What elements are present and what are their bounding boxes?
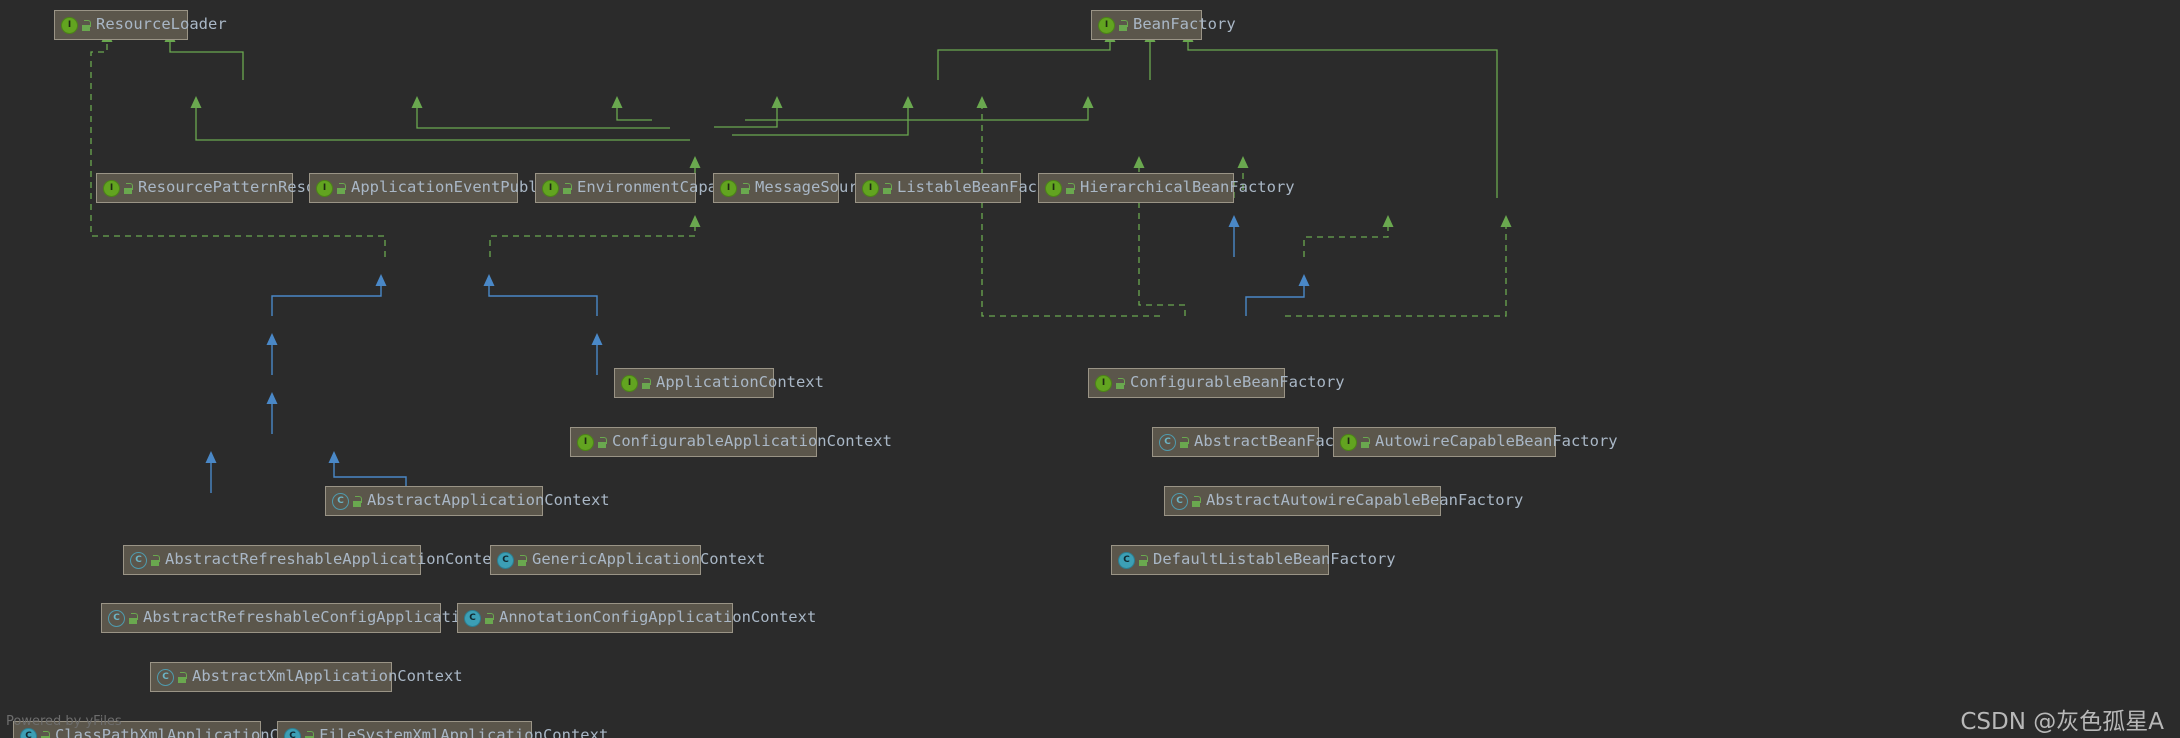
uml-node-label: ConfigurableApplicationContext — [612, 432, 892, 451]
public-visibility-icon — [123, 182, 134, 194]
interface-type-icon: I — [316, 179, 333, 197]
uml-node-AbstractAutowireCapableBeanFactory[interactable]: C AbstractAutowireCapableBeanFactory — [1164, 486, 1523, 516]
uml-node-AbstractBeanFactory[interactable]: C AbstractBeanFactory — [1152, 427, 1371, 457]
uml-node-AbstractRefreshableApplicationContext[interactable]: C AbstractRefreshableApplicationContext — [123, 545, 510, 575]
uml-node-label: ApplicationContext — [656, 373, 824, 392]
abstract-type-icon: C — [332, 492, 349, 510]
uml-node-label: GenericApplicationContext — [532, 550, 766, 569]
uml-node-ConfigurableApplicationContext[interactable]: I ConfigurableApplicationContext — [570, 427, 892, 457]
public-visibility-icon — [641, 377, 652, 389]
uml-node-AbstractApplicationContext[interactable]: C AbstractApplicationContext — [325, 486, 610, 516]
interface-type-icon: I — [1095, 374, 1112, 392]
uml-node-AnnotationConfigApplicationContext[interactable]: C AnnotationConfigApplicationContext — [457, 603, 816, 633]
uml-node-MessageSource[interactable]: I MessageSource — [713, 173, 876, 203]
public-visibility-icon — [304, 730, 315, 738]
uml-node-ListableBeanFactory[interactable]: I ListableBeanFactory — [855, 173, 1074, 203]
uml-node-BeanFactory[interactable]: I BeanFactory — [1091, 10, 1236, 40]
yfiles-watermark: Powered by yFiles — [6, 714, 122, 729]
uml-node-EnvironmentCapable[interactable]: I EnvironmentCapable — [535, 173, 745, 203]
uml-node-label: HierarchicalBeanFactory — [1080, 178, 1295, 197]
uml-node-GenericApplicationContext[interactable]: C GenericApplicationContext — [490, 545, 765, 575]
uml-node-label: FileSystemXmlApplicationContext — [319, 726, 609, 738]
uml-node-label: AutowireCapableBeanFactory — [1375, 432, 1618, 451]
public-visibility-icon — [128, 612, 139, 624]
public-visibility-icon — [484, 612, 495, 624]
uml-node-label: AnnotationConfigApplicationContext — [499, 608, 817, 627]
class-type-icon: C — [1118, 551, 1135, 569]
uml-node-label: BeanFactory — [1133, 15, 1236, 34]
public-visibility-icon — [1191, 495, 1202, 507]
uml-node-ConfigurableBeanFactory[interactable]: I ConfigurableBeanFactory — [1088, 368, 1345, 398]
uml-node-ResourceLoader[interactable]: I ResourceLoader — [54, 10, 227, 40]
public-visibility-icon — [597, 436, 608, 448]
interface-type-icon: I — [1098, 16, 1115, 34]
interface-type-icon: I — [862, 179, 879, 197]
uml-node-label: AbstractRefreshableApplicationContext — [165, 550, 511, 569]
public-visibility-icon — [352, 495, 363, 507]
public-visibility-icon — [1179, 436, 1190, 448]
interface-type-icon: I — [103, 179, 120, 197]
public-visibility-icon — [1115, 377, 1126, 389]
class-type-icon: C — [464, 609, 481, 627]
abstract-type-icon: C — [130, 551, 147, 569]
abstract-type-icon: C — [1171, 492, 1188, 510]
uml-node-ApplicationContext[interactable]: I ApplicationContext — [614, 368, 824, 398]
uml-node-label: AbstractApplicationContext — [367, 491, 610, 510]
uml-class-diagram: I ResourceLoader I BeanFactory I ResourcePatt… — [0, 0, 2180, 738]
uml-node-label: ConfigurableBeanFactory — [1130, 373, 1345, 392]
public-visibility-icon — [40, 730, 51, 738]
public-visibility-icon — [336, 182, 347, 194]
interface-type-icon: I — [621, 374, 638, 392]
interface-type-icon: I — [542, 179, 559, 197]
uml-node-ApplicationEventPublisher[interactable]: I ApplicationEventPublisher — [309, 173, 584, 203]
public-visibility-icon — [1360, 436, 1371, 448]
interface-type-icon: I — [1340, 433, 1357, 451]
uml-node-AbstractXmlApplicationContext[interactable]: C AbstractXmlApplicationContext — [150, 662, 463, 692]
public-visibility-icon — [81, 19, 92, 31]
csdn-watermark: CSDN @灰色孤星A — [1960, 709, 2164, 735]
interface-type-icon: I — [577, 433, 594, 451]
uml-node-label: AbstractAutowireCapableBeanFactory — [1206, 491, 1524, 510]
public-visibility-icon — [562, 182, 573, 194]
class-type-icon: C — [284, 727, 301, 738]
public-visibility-icon — [1065, 182, 1076, 194]
class-type-icon: C — [497, 551, 514, 569]
interface-type-icon: I — [1045, 179, 1062, 197]
interface-type-icon: I — [720, 179, 737, 197]
uml-node-ResourcePatternResolver[interactable]: I ResourcePatternResolver — [96, 173, 353, 203]
abstract-type-icon: C — [108, 609, 125, 627]
interface-type-icon: I — [61, 16, 78, 34]
public-visibility-icon — [150, 554, 161, 566]
uml-node-FileSystemXmlApplicationContext[interactable]: C FileSystemXmlApplicationContext — [277, 721, 608, 738]
abstract-type-icon: C — [1159, 433, 1176, 451]
public-visibility-icon — [882, 182, 893, 194]
public-visibility-icon — [177, 671, 188, 683]
public-visibility-icon — [740, 182, 751, 194]
uml-node-AutowireCapableBeanFactory[interactable]: I AutowireCapableBeanFactory — [1333, 427, 1618, 457]
public-visibility-icon — [1118, 19, 1129, 31]
uml-node-HierarchicalBeanFactory[interactable]: I HierarchicalBeanFactory — [1038, 173, 1295, 203]
uml-node-label: AbstractXmlApplicationContext — [192, 667, 463, 686]
uml-node-DefaultListableBeanFactory[interactable]: C DefaultListableBeanFactory — [1111, 545, 1396, 575]
uml-node-label: ResourceLoader — [96, 15, 227, 34]
uml-node-AbstractRefreshableConfigApplicationContext[interactable]: C AbstractRefreshableConfigApplicationCon… — [101, 603, 544, 633]
abstract-type-icon: C — [157, 668, 174, 686]
public-visibility-icon — [1138, 554, 1149, 566]
public-visibility-icon — [517, 554, 528, 566]
class-type-icon: C — [20, 727, 37, 738]
uml-node-label: DefaultListableBeanFactory — [1153, 550, 1396, 569]
